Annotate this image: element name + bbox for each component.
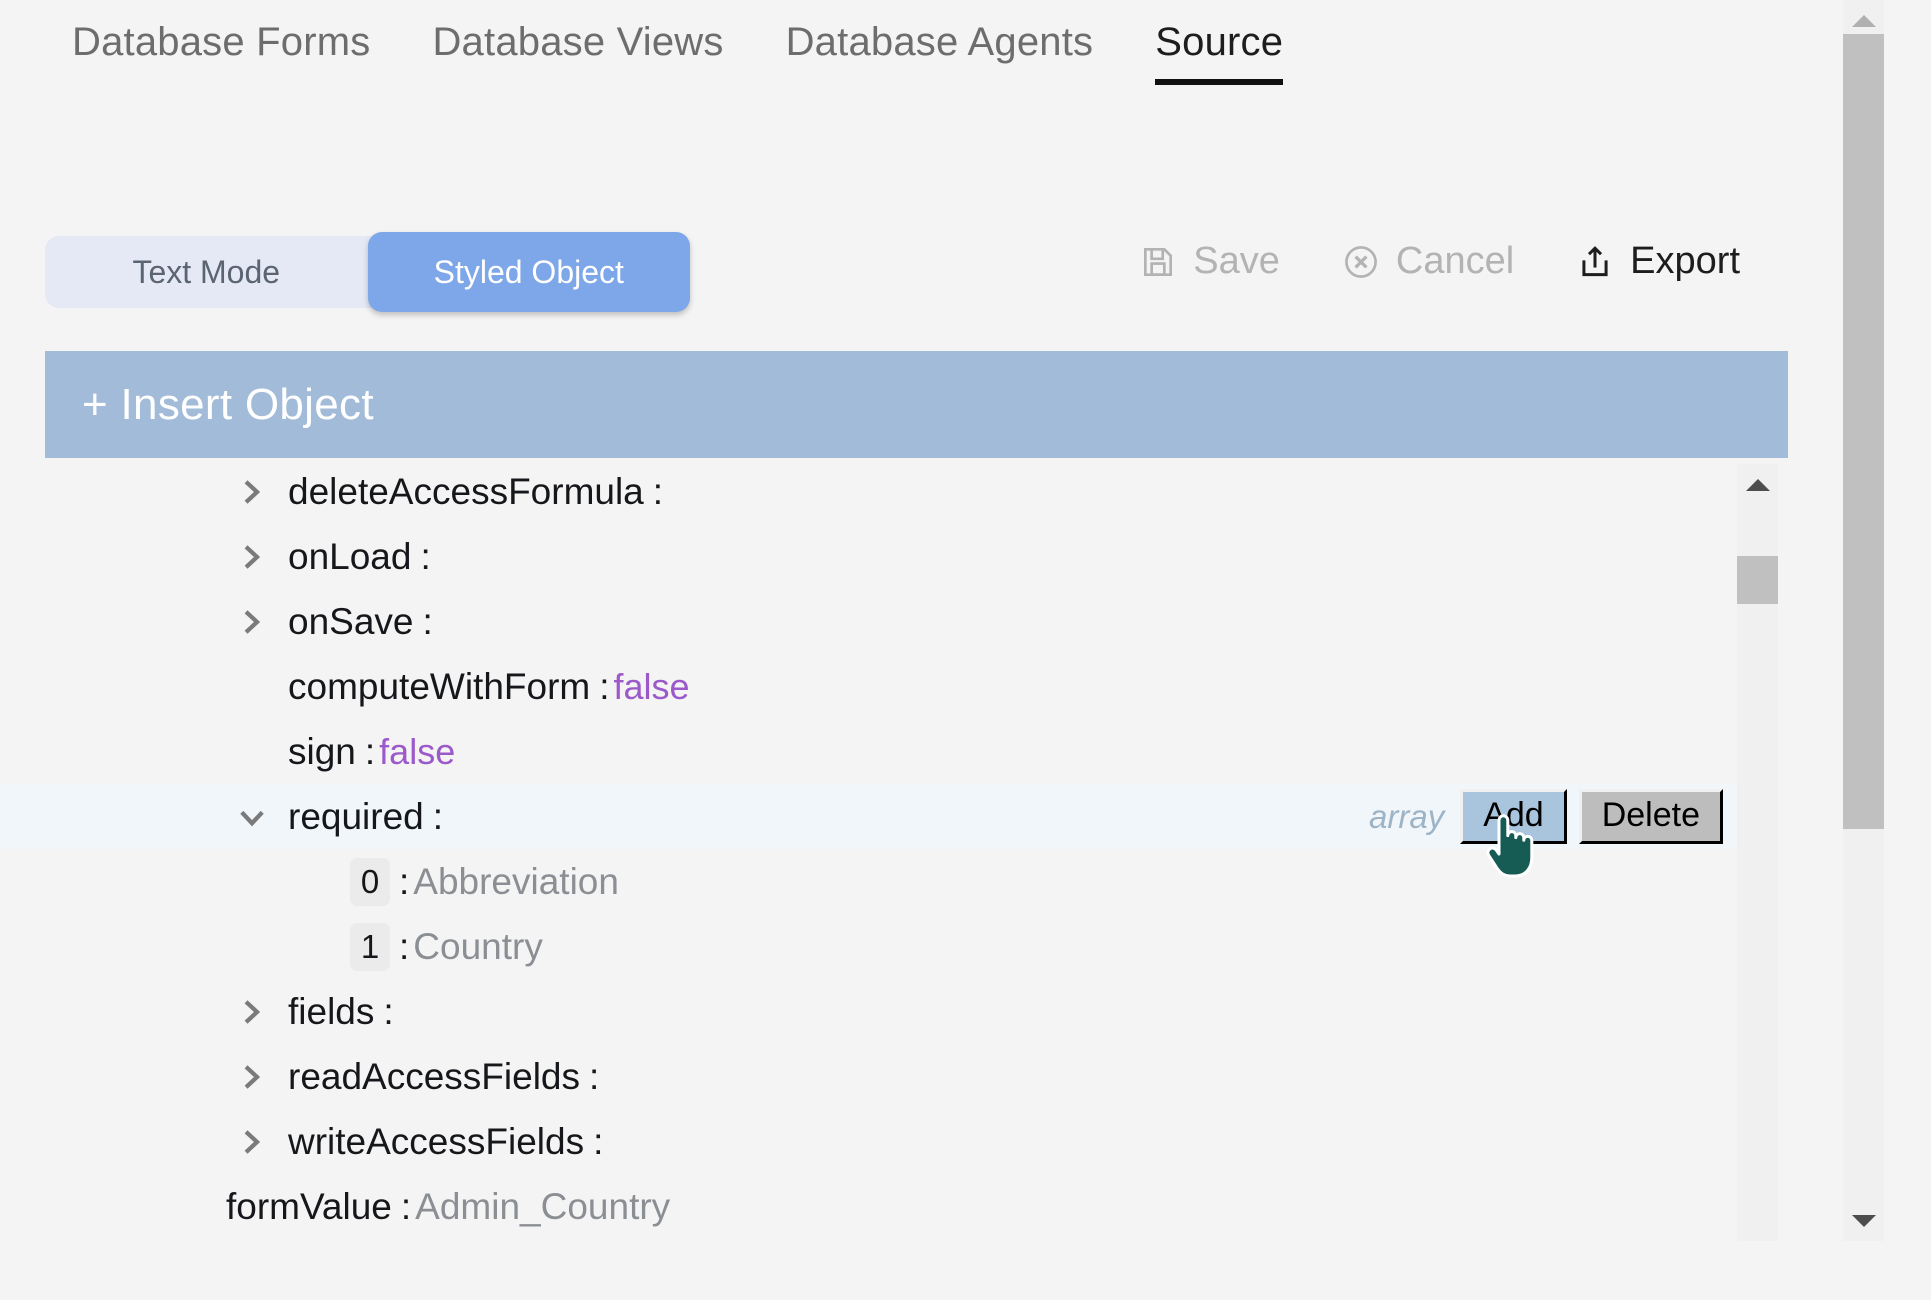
tree-row-colon: : — [400, 1185, 412, 1227]
tree-row-value[interactable]: false — [614, 666, 690, 708]
tree-row-key: formValue — [226, 1185, 392, 1227]
tree-row[interactable]: onLoad: — [0, 524, 1737, 589]
page-scrollbar-thumb[interactable] — [1843, 34, 1884, 829]
tree-row-chevron-placeholder — [175, 1192, 205, 1222]
tree-row-key: fields — [288, 990, 375, 1032]
tree-row-colon: : — [399, 860, 410, 902]
tree-row-key: sign — [288, 730, 356, 772]
cancel-button[interactable]: Cancel — [1342, 240, 1514, 283]
export-button[interactable]: Export — [1576, 240, 1740, 283]
tree-row-colon: : — [399, 925, 410, 967]
tab-database-views[interactable]: Database Views — [432, 0, 723, 93]
tree-row-colon: : — [432, 795, 444, 837]
editor-toolbar: Text Mode Styled Object Save Cancel Expo… — [0, 232, 1800, 320]
tree-row-value[interactable]: Abbreviation — [413, 861, 619, 903]
tree-row-colon: : — [383, 990, 394, 1032]
mode-styled-object-button[interactable]: Styled Object — [367, 232, 690, 312]
page-scrollbar[interactable] — [1843, 0, 1884, 1241]
tree-row-chevron-placeholder — [299, 867, 329, 897]
toolbar-actions: Save Cancel Export — [1139, 240, 1740, 283]
tree-row[interactable]: deleteAccessFormula: — [0, 459, 1737, 524]
array-index-chip: 0 — [350, 857, 390, 906]
insert-object-button[interactable]: + Insert Object — [45, 351, 1788, 458]
insert-object-label: + Insert Object — [82, 379, 374, 429]
tree-row-key: writeAccessFields — [288, 1120, 585, 1162]
tree-row-key: deleteAccessFormula — [288, 470, 644, 512]
add-array-item-button[interactable]: Add — [1460, 789, 1567, 844]
tree-row-controls: array Add Delete — [1369, 784, 1737, 849]
tree-scroll-up-arrow[interactable] — [1737, 464, 1778, 505]
delete-array-item-button[interactable]: Delete — [1578, 789, 1723, 844]
tree-row-key: readAccessFields — [288, 1055, 581, 1097]
chevron-right-icon[interactable] — [237, 607, 267, 637]
tree-scrollbar-thumb[interactable] — [1737, 556, 1778, 604]
tree-row[interactable]: required: array Add Delete — [0, 784, 1737, 849]
tree-row-key: onLoad — [288, 535, 412, 577]
cancel-icon — [1342, 243, 1380, 281]
source-editor-screen: Database Forms Database Views Database A… — [0, 0, 1931, 1300]
chevron-right-icon[interactable] — [237, 1062, 267, 1092]
tree-row-colon: : — [599, 665, 610, 707]
tree-row-colon: : — [422, 600, 433, 642]
chevron-right-icon[interactable] — [237, 477, 267, 507]
tree-row-value[interactable]: false — [379, 731, 455, 773]
tree-row-chevron-placeholder — [237, 672, 267, 702]
export-label: Export — [1630, 240, 1740, 282]
tree-scrollbar[interactable] — [1737, 464, 1778, 1241]
tab-database-agents[interactable]: Database Agents — [786, 0, 1094, 93]
tree-row[interactable]: formValue: Admin_Country — [0, 1174, 1737, 1239]
value-type-tag: array — [1369, 797, 1445, 835]
tree-row-value[interactable]: Country — [413, 926, 543, 968]
save-label: Save — [1193, 240, 1280, 282]
tab-database-forms[interactable]: Database Forms — [72, 0, 370, 93]
tree-row-value[interactable]: Admin_Country — [415, 1186, 670, 1228]
chevron-right-icon[interactable] — [237, 542, 267, 572]
chevron-right-icon[interactable] — [237, 997, 267, 1027]
tree-row-key: computeWithForm — [288, 665, 591, 707]
tree-row-colon: : — [652, 470, 664, 512]
export-icon — [1576, 243, 1614, 281]
tree-row-colon: : — [589, 1055, 600, 1097]
tree-row-colon: : — [420, 535, 431, 577]
save-button[interactable]: Save — [1139, 240, 1280, 283]
tree-row-colon: : — [593, 1120, 604, 1162]
tree-row[interactable]: 1: Country — [0, 914, 1737, 979]
tree-row[interactable]: sign: false — [0, 719, 1737, 784]
save-icon — [1139, 243, 1177, 281]
tree-row[interactable]: 0: Abbreviation — [0, 849, 1737, 914]
tree-row[interactable]: onSave: — [0, 589, 1737, 654]
tree-row[interactable]: readAccessFields: — [0, 1044, 1737, 1109]
page-scroll-down-arrow[interactable] — [1843, 1200, 1884, 1241]
chevron-right-icon[interactable] — [237, 1127, 267, 1157]
tree-row[interactable]: computeWithForm: false — [0, 654, 1737, 719]
mode-toggle-group: Text Mode Styled Object — [45, 232, 690, 312]
tab-bar: Database Forms Database Views Database A… — [0, 0, 1843, 118]
object-tree: deleteAccessFormula: onLoad: onSave: comput… — [0, 459, 1737, 1241]
tree-row-colon: : — [364, 730, 376, 772]
cancel-label: Cancel — [1395, 240, 1515, 282]
tree-row[interactable]: writeAccessFields: — [0, 1109, 1737, 1174]
tree-row-chevron-placeholder — [237, 737, 267, 767]
tree-row[interactable]: fields: — [0, 979, 1737, 1044]
mode-text-mode-button[interactable]: Text Mode — [45, 236, 368, 308]
tree-row-key: required — [288, 795, 424, 837]
tree-row-chevron-placeholder — [299, 932, 329, 962]
array-index-chip: 1 — [350, 922, 390, 971]
chevron-down-icon[interactable] — [237, 802, 267, 832]
tree-row-key: onSave — [288, 600, 414, 642]
tab-source[interactable]: Source — [1155, 0, 1284, 93]
